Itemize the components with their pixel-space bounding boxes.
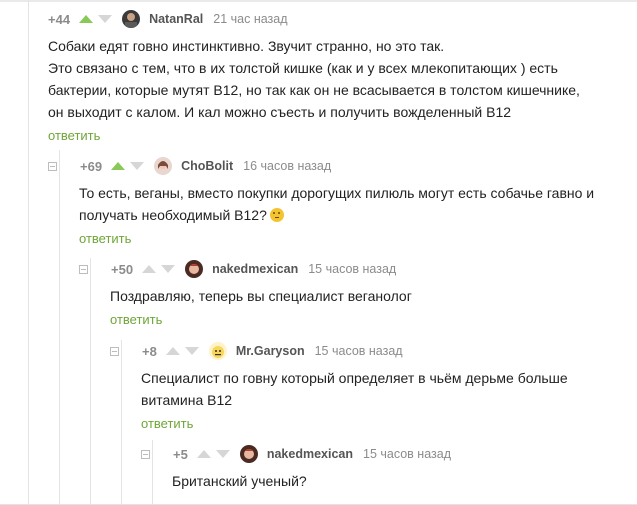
upvote-icon[interactable] <box>196 450 211 458</box>
comment-line: получать необходимый B12? <box>79 207 267 223</box>
timestamp[interactable]: 15 часов назад <box>363 447 451 461</box>
comment-text: То есть, веганы, вместо покупки дорогущи… <box>79 182 594 226</box>
comment: +50 nakedmexican 15 часов назад Поздравл… <box>79 259 412 329</box>
avatar-man-icon[interactable] <box>122 10 141 28</box>
comment-line: Собаки едят говно инстинктивно. Звучит с… <box>48 38 445 54</box>
comment: +8 Mr.Garyson 15 часов назад Специалист … <box>110 341 568 433</box>
comment-header: +69 ChoBolit 16 часов назад <box>48 156 594 176</box>
upvote-icon[interactable] <box>79 15 94 23</box>
comment: +44 NatanRal 21 час назад Собаки едят го… <box>48 9 580 145</box>
username[interactable]: nakedmexican <box>267 447 353 461</box>
comment-text: Специалист по говну который определяет в… <box>141 367 568 411</box>
comment-line: он выходит с калом. И кал можно съесть и… <box>48 104 512 120</box>
comment-line: витамина B12 <box>141 392 233 408</box>
username[interactable]: nakedmexican <box>212 262 298 276</box>
collapse-toggle-icon[interactable] <box>141 449 150 459</box>
comment-text: Поздравляю, теперь вы специалист веганол… <box>110 285 412 307</box>
comment-line: бактерии, которые мутят B12, но так как … <box>48 82 580 98</box>
comment-header: +5 nakedmexican 15 часов назад <box>141 444 451 464</box>
comment-line: Специалист по говну который определяет в… <box>141 370 568 386</box>
reply-link[interactable]: ответить <box>48 128 100 143</box>
avatar-redhead-icon[interactable] <box>239 445 258 463</box>
upvote-icon[interactable] <box>142 265 157 273</box>
comment-rating: +50 <box>111 261 134 277</box>
comment-rating: +5 <box>173 446 188 462</box>
comment-line: То есть, веганы, вместо покупки дорогущи… <box>79 185 595 201</box>
username[interactable]: Mr.Garyson <box>236 344 305 358</box>
comment-header: +44 NatanRal 21 час назад <box>48 9 580 29</box>
top-divider <box>0 0 637 2</box>
comment-text: Собаки едят говно инстинктивно. Звучит с… <box>48 35 580 123</box>
comment-header: +8 Mr.Garyson 15 часов назад <box>110 341 568 361</box>
collapse-toggle-icon[interactable] <box>48 161 57 171</box>
thread-line[interactable] <box>28 0 29 505</box>
comment-rating: +44 <box>48 11 71 27</box>
username[interactable]: ChoBolit <box>181 159 233 173</box>
comment-rating: +69 <box>80 158 103 174</box>
comment-text: Британский ученый? <box>172 470 451 492</box>
avatar-cartoon-icon[interactable] <box>208 342 227 360</box>
comment-rating: +8 <box>142 343 157 359</box>
comment-header: +50 nakedmexican 15 часов назад <box>79 259 412 279</box>
comment-line: Поздравляю, теперь вы специалист веганол… <box>110 288 412 304</box>
upvote-icon[interactable] <box>111 162 126 170</box>
timestamp[interactable]: 15 часов назад <box>308 262 396 276</box>
comment: +5 nakedmexican 15 часов назад Британски… <box>141 444 451 492</box>
downvote-icon[interactable] <box>184 347 199 355</box>
downvote-icon[interactable] <box>98 15 113 23</box>
avatar-redhead-icon[interactable] <box>185 260 204 278</box>
reply-link[interactable]: ответить <box>79 231 131 246</box>
downvote-icon[interactable] <box>130 162 145 170</box>
reply-link[interactable]: ответить <box>110 312 162 327</box>
upvote-icon[interactable] <box>165 347 180 355</box>
comment-line: Это связано с тем, что в их толстой кишк… <box>48 60 558 76</box>
thinking-face-emoji <box>269 208 284 222</box>
comment: +69 ChoBolit 16 часов назад То есть, вег… <box>48 156 594 248</box>
avatar-woman-icon[interactable] <box>154 157 173 175</box>
reply-link[interactable]: ответить <box>141 416 193 431</box>
timestamp[interactable]: 16 часов назад <box>243 159 331 173</box>
comment-line: Британский ученый? <box>172 473 307 489</box>
timestamp[interactable]: 15 часов назад <box>315 344 403 358</box>
downvote-icon[interactable] <box>161 265 176 273</box>
downvote-icon[interactable] <box>215 450 230 458</box>
collapse-toggle-icon[interactable] <box>110 346 119 356</box>
collapse-toggle-icon[interactable] <box>79 264 88 274</box>
username[interactable]: NatanRal <box>149 12 203 26</box>
timestamp[interactable]: 21 час назад <box>213 12 287 26</box>
